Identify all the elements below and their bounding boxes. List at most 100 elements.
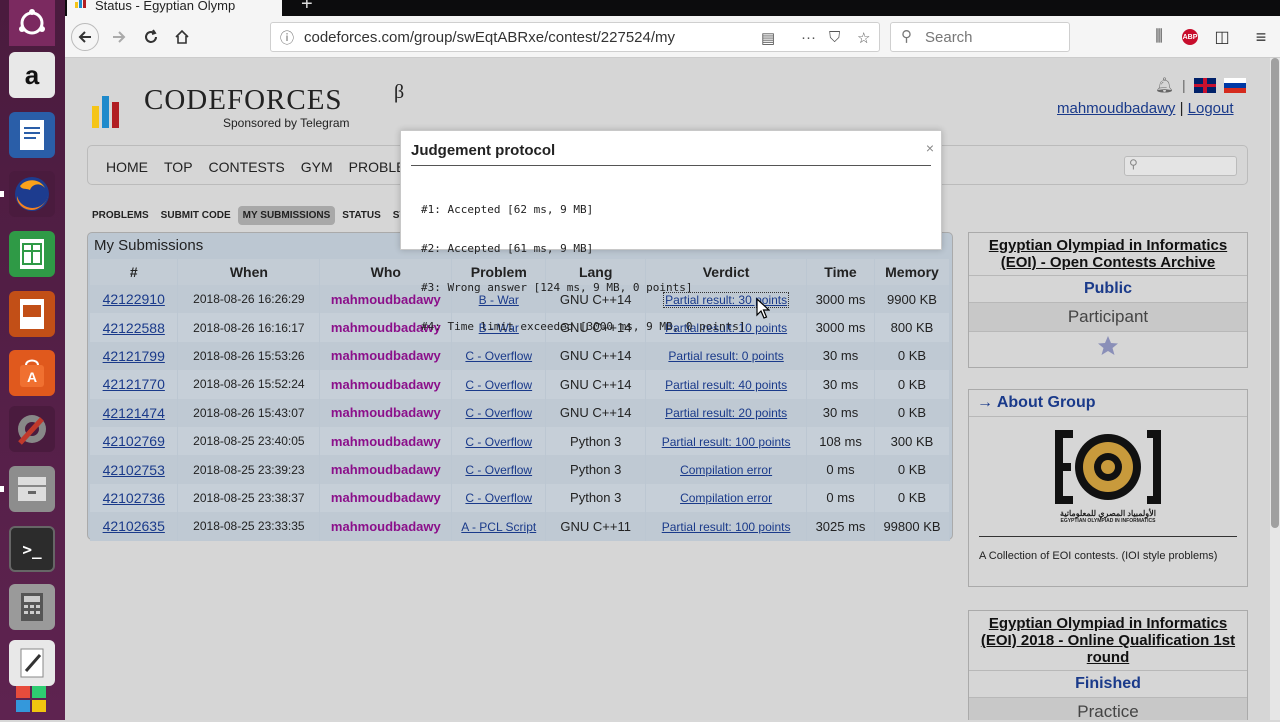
adblock-icon[interactable]: ABP — [1176, 24, 1204, 50]
impress-icon[interactable] — [9, 291, 55, 337]
ubuntu-logo-icon[interactable] — [9, 0, 55, 46]
table-cell-verdict: Partial result: 100 points — [645, 512, 808, 541]
app-icon[interactable] — [9, 676, 55, 722]
library-icon[interactable]: ⫼ — [1145, 24, 1173, 50]
submission-id-link[interactable]: 42102753 — [103, 462, 165, 478]
protocol-text: #1: Accepted [62 ms, 9 MB] #2: Accepted … — [421, 177, 746, 359]
subnav-my-submissions[interactable]: MY SUBMISSIONS — [237, 206, 336, 225]
problem-link[interactable]: C - Overflow — [465, 406, 532, 420]
calculator-icon[interactable] — [9, 584, 55, 630]
terminal-icon[interactable]: >_ — [9, 526, 55, 572]
submission-who[interactable]: mahmoudbadawy — [319, 512, 453, 541]
settings-icon[interactable] — [9, 406, 55, 452]
table-cell-verdict: Partial result: 40 points — [645, 370, 808, 399]
table-cell-id: 42102753 — [90, 455, 179, 484]
submission-when: 2018-08-25 23:39:23 — [177, 455, 321, 484]
bookmark-star-icon[interactable]: ☆ — [857, 29, 870, 47]
back-icon[interactable] — [71, 23, 99, 51]
subnav-status[interactable]: STATUS — [337, 206, 386, 225]
problem-link[interactable]: C - Overflow — [465, 463, 532, 477]
menu-top[interactable]: TOP — [164, 159, 193, 175]
forward-icon[interactable] — [105, 24, 133, 50]
submission-when: 2018-08-25 23:33:35 — [177, 512, 321, 541]
logout-link[interactable]: Logout — [1188, 100, 1234, 117]
header-icons: 🔔︎ | — [1155, 76, 1246, 94]
archive-title[interactable]: Egyptian Olympiad in Informatics (EOI) -… — [969, 233, 1247, 275]
search-input[interactable]: ⚲ Search — [890, 22, 1070, 52]
verdict-link[interactable]: Partial result: 100 points — [662, 435, 791, 449]
submission-time: 3000 ms — [806, 313, 875, 342]
problem-link[interactable]: C - Overflow — [465, 378, 532, 392]
submission-id-link[interactable]: 42102769 — [103, 433, 165, 449]
col-when: When — [177, 259, 321, 285]
submission-id-link[interactable]: 42121770 — [103, 376, 165, 392]
username-link[interactable]: mahmoudbadawy — [1057, 100, 1175, 117]
home-icon[interactable] — [168, 24, 196, 50]
sidebar-icon[interactable]: ◫ — [1208, 24, 1236, 50]
submission-id-link[interactable]: 42121474 — [103, 405, 165, 421]
submission-time: 30 ms — [806, 398, 875, 427]
col-id[interactable]: # — [90, 259, 179, 285]
new-tab-icon[interactable]: + — [301, 0, 313, 16]
menu-gym[interactable]: GYM — [301, 159, 333, 175]
english-flag-icon[interactable] — [1193, 77, 1216, 93]
scrollbar-thumb[interactable] — [1271, 58, 1279, 528]
software-center-icon[interactable]: A — [9, 350, 55, 396]
notification-icon[interactable]: 🔔︎ — [1155, 76, 1174, 94]
menu-icon[interactable]: ≡ — [1247, 24, 1275, 50]
favourite-star-icon[interactable] — [969, 331, 1247, 365]
submission-id-link[interactable]: 42121799 — [103, 348, 165, 364]
page-scrollbar[interactable] — [1270, 58, 1280, 720]
svg-text:A: A — [27, 369, 37, 385]
verdict-link[interactable]: Partial result: 40 points — [665, 378, 787, 392]
info-icon[interactable]: ⓘ — [280, 28, 294, 48]
subnav-problems[interactable]: PROBLEMS — [87, 206, 154, 225]
submission-id-link[interactable]: 42122910 — [103, 291, 165, 307]
site-search-input[interactable]: ⚲ — [1124, 156, 1237, 176]
verdict-link[interactable]: Partial result: 20 points — [665, 406, 787, 420]
submission-who[interactable]: mahmoudbadawy — [319, 455, 453, 484]
submission-id-link[interactable]: 42102635 — [103, 518, 165, 534]
submission-lang: Python 3 — [545, 455, 647, 484]
problem-link[interactable]: C - Overflow — [465, 435, 532, 449]
submission-who[interactable]: mahmoudbadawy — [319, 426, 453, 456]
submission-id-link[interactable]: 42122588 — [103, 320, 165, 336]
page-actions-icon[interactable]: ··· — [801, 29, 816, 46]
writer-icon[interactable] — [9, 112, 55, 158]
menu-contests[interactable]: CONTESTS — [209, 159, 285, 175]
russian-flag-icon[interactable] — [1223, 77, 1246, 93]
problem-link[interactable]: A - PCL Script — [461, 520, 536, 534]
contest-mode: Practice — [969, 697, 1247, 720]
verdict-link[interactable]: Compilation error — [680, 491, 772, 505]
verdict-link[interactable]: Compilation error — [680, 463, 772, 477]
url-bar[interactable]: ⓘ codeforces.com/group/swEqtABRxe/contes… — [270, 22, 880, 52]
firefox-icon[interactable] — [9, 171, 55, 217]
contest-title[interactable]: Egyptian Olympiad in Informatics (EOI) 2… — [969, 611, 1247, 670]
menu-home[interactable]: HOME — [106, 159, 148, 175]
submission-id-link[interactable]: 42102736 — [103, 490, 165, 506]
submission-memory: 99800 KB — [874, 512, 951, 541]
submission-lang: GNU C++14 — [545, 398, 647, 427]
submission-memory: 800 KB — [874, 313, 951, 342]
submission-memory: 0 KB — [874, 370, 951, 399]
submission-time: 3025 ms — [806, 512, 875, 541]
search-icon: ⚲ — [901, 28, 912, 45]
reader-view-icon[interactable]: ▤ — [761, 29, 775, 47]
calc-icon[interactable] — [9, 231, 55, 277]
subnav-submit-code[interactable]: SUBMIT CODE — [156, 206, 236, 225]
browser-tab[interactable]: Status - Egyptian Olymp — [67, 0, 282, 16]
codeforces-logo[interactable]: CODEFORCES β — [92, 81, 404, 128]
verdict-link[interactable]: Partial result: 100 points — [662, 520, 791, 534]
submission-who[interactable]: mahmoudbadawy — [319, 483, 453, 513]
close-icon[interactable]: × — [926, 140, 934, 156]
submission-when: 2018-08-26 15:43:07 — [177, 398, 321, 427]
submission-who[interactable]: mahmoudbadawy — [319, 370, 453, 399]
amazon-icon[interactable]: a — [9, 52, 55, 98]
reload-icon[interactable] — [137, 24, 165, 50]
submission-who[interactable]: mahmoudbadawy — [319, 398, 453, 427]
problem-link[interactable]: C - Overflow — [465, 491, 532, 505]
pocket-icon[interactable]: ⛉ — [829, 29, 840, 46]
files-icon[interactable] — [9, 466, 55, 512]
search-placeholder: Search — [925, 29, 973, 46]
dialog-divider — [411, 165, 931, 166]
